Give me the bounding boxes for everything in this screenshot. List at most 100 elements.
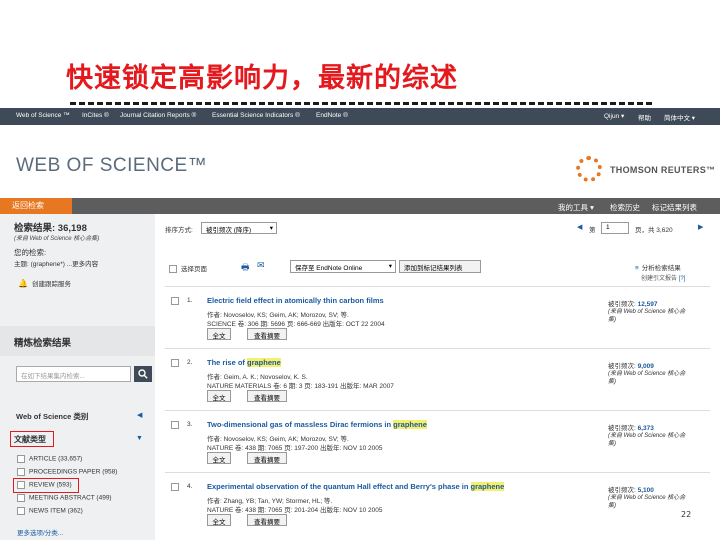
citation-count[interactable]: 9,009 (638, 363, 654, 370)
prev-page-icon[interactable]: ◀ (577, 223, 582, 231)
doctype-option[interactable]: MEETING ABSTRACT (499) (17, 494, 112, 502)
record-title-link[interactable]: Experimental observation of the quantum … (207, 482, 505, 491)
full-text-button[interactable]: 全文 (207, 452, 231, 464)
page-input[interactable]: 1 (601, 222, 629, 234)
topbar-link-esi[interactable]: Essential Science Indicators ® (212, 112, 300, 119)
citation-count[interactable]: 5,100 (638, 487, 654, 494)
wos-screenshot: Web of Science ™ InCites ® Journal Citat… (0, 108, 720, 540)
record-checkbox[interactable] (171, 297, 183, 305)
create-alert-link[interactable]: 🔔 创建跟踪服务 (18, 278, 71, 288)
analyze-results-link[interactable]: ≡ 分析检索结果 (635, 262, 681, 272)
checkbox-icon (17, 494, 25, 502)
divider (165, 348, 710, 349)
record-citations: 被引频次: 6,373 (608, 425, 654, 432)
my-tools-menu[interactable]: 我的工具 ▾ (558, 202, 594, 213)
record-checkbox[interactable] (171, 359, 183, 367)
bar-chart-icon: ≡ (635, 265, 639, 272)
page-total: 页，共 3,620 (635, 227, 673, 234)
record-title-link[interactable]: The rise of graphene (207, 358, 281, 367)
checkbox-icon (171, 359, 179, 367)
checkbox-icon (171, 421, 179, 429)
citation-source: (来自 Web of Science 核心合集) (608, 309, 686, 323)
divider (165, 286, 710, 287)
wos-category-facet[interactable]: Web of Science 类别 (16, 411, 88, 422)
wos-logo: WEB OF SCIENCE™ (16, 155, 208, 176)
record-number: 1. (187, 297, 193, 304)
citation-count[interactable]: 12,597 (638, 301, 658, 308)
record-citations: 被引频次: 9,009 (608, 363, 654, 370)
view-abstract-button[interactable]: 查看摘要 (247, 514, 287, 526)
record-title-link[interactable]: Electric field effect in atomically thin… (207, 296, 384, 305)
results-source: (来自 Web of Science 核心合集) (14, 236, 100, 242)
help-icon: [?] (678, 276, 686, 282)
sort-select[interactable]: 被引频次 (降序) ▾ (201, 222, 277, 234)
back-to-search-button[interactable]: 返回检索 (0, 198, 72, 214)
record-citations: 被引频次: 5,100 (608, 487, 654, 494)
citation-source: (来自 Web of Science 核心合集) (608, 433, 686, 447)
results-panel: 排序方式: 被引频次 (降序) ▾ ◀ 第 1 页，共 3,620 ▶ 选择页面 … (155, 214, 720, 540)
nav-bar: 返回检索 我的工具 ▾ 检索历史 标记结果列表 (0, 198, 720, 214)
help-link[interactable]: 帮助 (638, 112, 651, 122)
record-checkbox[interactable] (171, 483, 183, 491)
divider (165, 472, 710, 473)
topbar-link-endnote[interactable]: EndNote ® (316, 112, 348, 119)
citation-count[interactable]: 6,373 (638, 425, 654, 432)
query-label: 您的检索: (14, 248, 47, 257)
print-icon[interactable]: 🖶 (241, 260, 250, 276)
page-label: 第 (589, 227, 596, 234)
doctype-option[interactable]: ARTICLE (33,657) (17, 455, 82, 463)
full-text-button[interactable]: 全文 (207, 390, 231, 402)
citation-report-link[interactable]: 创建引文报告 [?] (641, 273, 685, 282)
save-endnote-select[interactable]: 保存至 EndNote Online ▾ (290, 260, 396, 273)
doctype-option[interactable]: NEWS ITEM (362) (17, 507, 83, 515)
view-abstract-button[interactable]: 查看摘要 (247, 390, 287, 402)
view-abstract-button[interactable]: 查看摘要 (247, 328, 287, 340)
search-term-highlight: graphene (393, 420, 427, 429)
thomson-reuters-wordmark: THOMSON REUTERS™ (610, 165, 716, 175)
sidebar: 检索结果: 36,198 (来自 Web of Science 核心合集) 您的… (0, 214, 155, 540)
full-text-button[interactable]: 全文 (207, 328, 231, 340)
email-icon[interactable]: ✉ (257, 260, 265, 271)
checkbox-icon (171, 483, 179, 491)
record-citations: 被引频次: 12,597 (608, 301, 658, 308)
refine-title: 精炼检索结果 (14, 338, 72, 349)
full-text-button[interactable]: 全文 (207, 514, 231, 526)
brand-header: WEB OF SCIENCE™ THOMSON REUTERS™ (0, 125, 720, 198)
refine-search-button[interactable] (134, 366, 152, 382)
checkbox-icon (17, 507, 25, 515)
record-title-link[interactable]: Two-dimensional gas of massless Dirac fe… (207, 420, 427, 429)
create-alert-label: 创建跟踪服务 (31, 281, 71, 288)
record-checkbox[interactable] (171, 421, 183, 429)
topbar-link-incites[interactable]: InCites ® (82, 112, 109, 119)
refine-search-input[interactable]: 在如下结果集内检索... (16, 366, 131, 382)
marked-list-link[interactable]: 标记结果列表 (652, 202, 697, 213)
title-divider (70, 102, 652, 105)
checkbox-icon (17, 468, 25, 476)
search-history-link[interactable]: 检索历史 (610, 202, 640, 213)
add-to-marked-button[interactable]: 添加到标记结果列表 (399, 260, 481, 273)
collapse-down-icon[interactable]: ▼ (136, 435, 143, 442)
next-page-icon[interactable]: ▶ (698, 223, 703, 231)
view-abstract-button[interactable]: 查看摘要 (247, 452, 287, 464)
expand-left-icon[interactable]: ◀ (137, 411, 142, 419)
citation-source: (来自 Web of Science 核心合集) (608, 495, 686, 509)
chevron-down-icon: ▾ (269, 225, 273, 232)
more-options-link[interactable]: 更多选项/分类... (17, 527, 63, 537)
page-number: 22 (681, 510, 692, 519)
select-page-checkbox[interactable]: 选择页面 (169, 263, 207, 274)
doctype-option[interactable]: PROCEEDINGS PAPER (958) (17, 468, 117, 476)
record-source: NATURE MATERIALS 卷: 6 期: 3 页: 183-191 出版… (207, 383, 394, 390)
record-source: SCIENCE 卷: 306 期: 5696 页: 666-669 出版年: O… (207, 321, 385, 328)
doctype-highlight-box (10, 431, 54, 447)
topbar-link-wos[interactable]: Web of Science ™ (16, 112, 70, 119)
thomson-reuters-logo-icon (576, 156, 602, 182)
language-menu[interactable]: 简体中文 ▾ (664, 112, 695, 122)
record-source: NATURE 卷: 438 期: 7065 页: 197-200 出版年: NO… (207, 445, 383, 452)
record-source: NATURE 卷: 438 期: 7065 页: 201-204 出版年: NO… (207, 507, 383, 514)
checkbox-icon (17, 455, 25, 463)
chevron-down-icon: ▾ (388, 263, 392, 270)
user-menu[interactable]: Qijun ▾ (604, 112, 624, 120)
query-text[interactable]: 主题: (graphene*) ...更多内容 (14, 258, 98, 268)
topbar-link-jcr[interactable]: Journal Citation Reports ® (120, 112, 196, 119)
record-number: 2. (187, 359, 193, 366)
